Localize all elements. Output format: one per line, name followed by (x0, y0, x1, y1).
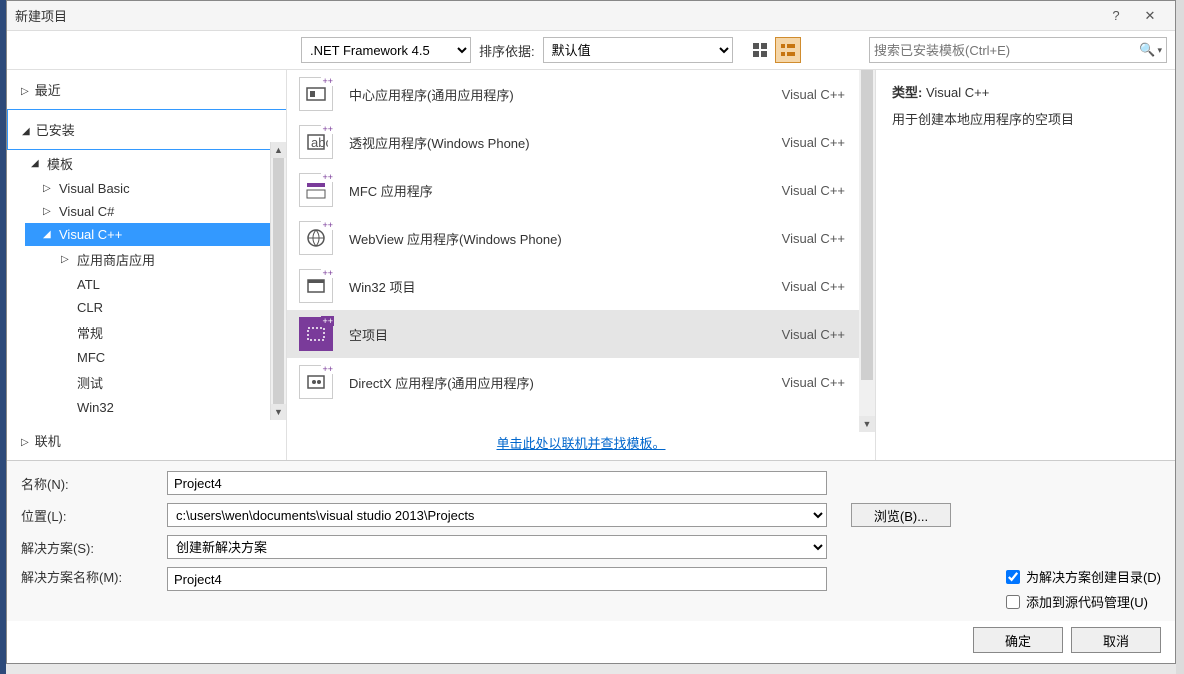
nav-store-apps[interactable]: 应用商店应用 (25, 246, 286, 273)
scroll-down-icon[interactable]: ▼ (271, 404, 286, 420)
nav-mfc[interactable]: MFC (25, 346, 286, 369)
template-icon: ++ (299, 77, 333, 111)
svg-text:abc: abc (311, 135, 328, 150)
nav-atl[interactable]: ATL (25, 273, 286, 296)
cancel-button[interactable]: 取消 (1071, 627, 1161, 653)
template-lang: Visual C++ (782, 327, 845, 342)
nav-visual-csharp[interactable]: Visual C# (25, 200, 286, 223)
ok-button[interactable]: 确定 (973, 627, 1063, 653)
form-panel: 名称(N): 位置(L): c:\users\wen\documents\vis… (7, 460, 1175, 621)
template-list: ++ 中心应用程序(通用应用程序) Visual C++ ++abc 透视应用程… (287, 70, 875, 460)
new-project-dialog: 新建项目 ? ✕ .NET Framework 4.5 排序依据: 默认值 (6, 0, 1176, 664)
location-label: 位置(L): (21, 506, 161, 525)
template-row[interactable]: ++ WebView 应用程序(Windows Phone) Visual C+… (287, 214, 875, 262)
template-name: MFC 应用程序 (349, 181, 766, 200)
dialog-title: 新建项目 (15, 6, 1099, 25)
template-name: Win32 项目 (349, 277, 766, 296)
nav-clr[interactable]: CLR (25, 296, 286, 319)
template-lang: Visual C++ (782, 375, 845, 390)
name-input[interactable] (167, 471, 827, 495)
template-lang: Visual C++ (782, 87, 845, 102)
search-dropdown-icon[interactable]: ▾ (1157, 45, 1162, 56)
create-dir-checkbox[interactable]: 为解决方案创建目录(D) (1006, 567, 1161, 586)
template-row[interactable]: ++ MFC 应用程序 Visual C++ (287, 166, 875, 214)
template-row[interactable]: ++ Win32 项目 Visual C++ (287, 262, 875, 310)
template-icon: ++abc (299, 125, 333, 159)
nav-test[interactable]: 测试 (25, 369, 286, 396)
solution-select[interactable]: 创建新解决方案 (167, 535, 827, 559)
description-panel: 类型: Visual C++ 用于创建本地应用程序的空项目 (875, 70, 1175, 460)
search-input[interactable] (874, 43, 1139, 58)
template-icon: ++ (299, 269, 333, 303)
online-search-link[interactable]: 单击此处以联机并查找模板。 (287, 425, 875, 460)
sidebar-scrollbar[interactable]: ▲ ▼ (270, 142, 286, 420)
template-lang: Visual C++ (782, 279, 845, 294)
scroll-thumb[interactable] (861, 70, 873, 380)
view-small-icon[interactable] (775, 37, 801, 63)
sort-label: 排序依据: (479, 41, 535, 60)
search-box[interactable]: 🔍 ▾ (869, 37, 1167, 63)
template-name: 透视应用程序(Windows Phone) (349, 133, 766, 152)
template-scrollbar[interactable]: ▼ (859, 70, 875, 432)
template-lang: Visual C++ (782, 183, 845, 198)
name-label: 名称(N): (21, 474, 161, 493)
solution-name-input[interactable] (167, 567, 827, 591)
help-button[interactable]: ? (1099, 4, 1133, 28)
scroll-down-icon[interactable]: ▼ (859, 416, 875, 432)
nav-general[interactable]: 常规 (25, 319, 286, 346)
view-medium-icon[interactable] (747, 37, 773, 63)
template-icon: ++ (299, 317, 333, 351)
template-lang: Visual C++ (782, 231, 845, 246)
location-select[interactable]: c:\users\wen\documents\visual studio 201… (167, 503, 827, 527)
nav-recent[interactable]: 最近 (7, 70, 286, 109)
add-source-checkbox[interactable]: 添加到源代码管理(U) (1006, 592, 1161, 611)
desc-text: 用于创建本地应用程序的空项目 (892, 109, 1159, 128)
dialog-buttons: 确定 取消 (7, 621, 1175, 663)
template-row[interactable]: ++ 中心应用程序(通用应用程序) Visual C++ (287, 70, 875, 118)
nav-win32[interactable]: Win32 (25, 396, 286, 419)
template-name: WebView 应用程序(Windows Phone) (349, 229, 766, 248)
toolbar: .NET Framework 4.5 排序依据: 默认值 🔍 ▾ (7, 31, 1175, 70)
nav-installed[interactable]: 已安装 (7, 109, 286, 150)
close-button[interactable]: ✕ (1133, 4, 1167, 28)
titlebar: 新建项目 ? ✕ (7, 1, 1175, 31)
solution-label: 解决方案(S): (21, 538, 161, 557)
nav-templates[interactable]: 模板 (25, 150, 286, 177)
template-icon: ++ (299, 173, 333, 207)
template-row[interactable]: ++abc 透视应用程序(Windows Phone) Visual C++ (287, 118, 875, 166)
nav-visual-cpp[interactable]: Visual C++ (25, 223, 286, 246)
template-name: DirectX 应用程序(通用应用程序) (349, 373, 766, 392)
sort-select[interactable]: 默认值 (543, 37, 733, 63)
template-name: 中心应用程序(通用应用程序) (349, 85, 766, 104)
scroll-up-icon[interactable]: ▲ (271, 142, 286, 158)
template-name: 空项目 (349, 325, 766, 344)
nav-visual-basic[interactable]: Visual Basic (25, 177, 286, 200)
framework-select[interactable]: .NET Framework 4.5 (301, 37, 471, 63)
solution-name-label: 解决方案名称(M): (21, 567, 161, 586)
category-sidebar: 最近 已安装 模板 Visual Basic Visual C# Visual … (7, 70, 287, 460)
browse-button[interactable]: 浏览(B)... (851, 503, 951, 527)
nav-online[interactable]: 联机 (7, 420, 286, 460)
template-icon: ++ (299, 365, 333, 399)
desc-type: 类型: Visual C++ (892, 82, 1159, 101)
template-row-selected[interactable]: ++ 空项目 Visual C++ (287, 310, 875, 358)
search-icon[interactable]: 🔍 (1139, 42, 1155, 58)
template-icon: ++ (299, 221, 333, 255)
template-lang: Visual C++ (782, 135, 845, 150)
template-row[interactable]: ++ DirectX 应用程序(通用应用程序) Visual C++ (287, 358, 875, 406)
scroll-thumb[interactable] (273, 158, 284, 408)
